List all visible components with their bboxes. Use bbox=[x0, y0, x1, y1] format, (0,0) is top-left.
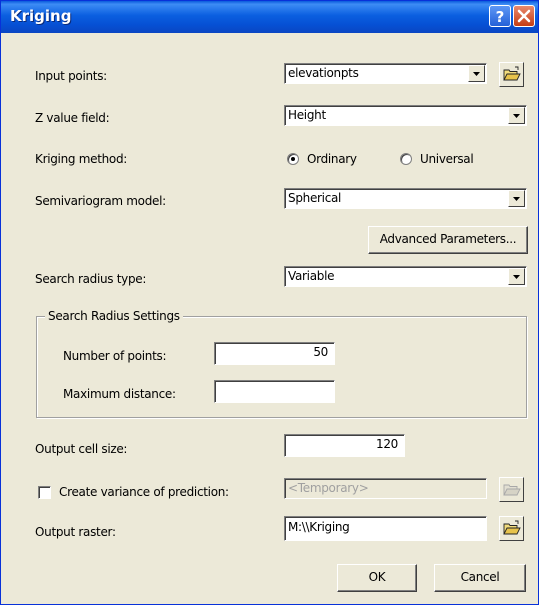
help-button[interactable]: ? bbox=[489, 5, 511, 27]
output-cell-size-label: Output cell size: bbox=[35, 442, 128, 456]
search-radius-settings-title: Search Radius Settings bbox=[45, 309, 183, 323]
maximum-distance-label: Maximum distance: bbox=[63, 387, 176, 401]
search-radius-type-dropdown[interactable]: Variable bbox=[284, 266, 527, 287]
variance-output-placeholder: <Temporary> bbox=[288, 481, 369, 495]
radio-dot bbox=[291, 157, 295, 161]
open-folder-icon bbox=[503, 484, 521, 496]
z-value-value: Height bbox=[288, 108, 326, 122]
question-mark-icon: ? bbox=[496, 8, 505, 26]
universal-label[interactable]: Universal bbox=[420, 152, 474, 166]
universal-radio[interactable] bbox=[400, 153, 412, 165]
ok-button[interactable]: OK bbox=[337, 564, 417, 592]
create-variance-checkbox[interactable] bbox=[38, 486, 51, 499]
input-points-label: Input points: bbox=[35, 69, 107, 83]
number-of-points-label: Number of points: bbox=[63, 349, 167, 363]
window-title: Kriging bbox=[10, 7, 72, 25]
maximum-distance-input[interactable] bbox=[214, 380, 335, 403]
output-cell-size-input[interactable]: 120 bbox=[284, 434, 405, 457]
semivariogram-value: Spherical bbox=[288, 191, 342, 205]
output-raster-input[interactable]: M:\\Kriging bbox=[284, 516, 487, 541]
search-radius-type-label: Search radius type: bbox=[35, 272, 147, 286]
number-of-points-input[interactable]: 50 bbox=[214, 342, 335, 365]
semivariogram-label: Semivariogram model: bbox=[35, 194, 166, 208]
svg-text:?: ? bbox=[496, 8, 505, 26]
cancel-button[interactable]: Cancel bbox=[434, 564, 526, 592]
chevron-down-icon[interactable] bbox=[508, 268, 525, 285]
search-radius-type-value: Variable bbox=[288, 269, 335, 283]
number-of-points-value: 50 bbox=[313, 345, 328, 359]
z-value-dropdown[interactable]: Height bbox=[284, 105, 527, 126]
browse-output-raster-button[interactable] bbox=[499, 516, 524, 541]
create-variance-label[interactable]: Create variance of prediction: bbox=[59, 485, 229, 499]
advanced-parameters-button[interactable]: Advanced Parameters... bbox=[368, 226, 528, 254]
chevron-down-icon[interactable] bbox=[508, 107, 525, 124]
chevron-down-icon[interactable] bbox=[508, 190, 525, 207]
close-button[interactable] bbox=[513, 5, 535, 27]
advanced-parameters-label: Advanced Parameters... bbox=[379, 232, 517, 246]
close-x-icon bbox=[517, 9, 531, 23]
open-folder-icon bbox=[503, 66, 521, 81]
output-cell-size-value: 120 bbox=[375, 437, 398, 451]
chevron-down-icon[interactable] bbox=[468, 65, 485, 82]
browse-input-button[interactable] bbox=[499, 62, 524, 87]
semivariogram-dropdown[interactable]: Spherical bbox=[284, 188, 527, 209]
z-value-label: Z value field: bbox=[35, 111, 110, 125]
output-raster-label: Output raster: bbox=[35, 525, 116, 539]
ok-label: OK bbox=[368, 570, 386, 584]
browse-variance-button[interactable] bbox=[499, 477, 524, 502]
output-raster-value: M:\\Kriging bbox=[288, 520, 350, 534]
ordinary-label[interactable]: Ordinary bbox=[307, 152, 357, 166]
input-points-value: elevationpts bbox=[288, 66, 359, 80]
title-bar[interactable]: Kriging ? bbox=[1, 1, 538, 33]
open-folder-icon bbox=[503, 520, 521, 535]
kriging-method-label: Kriging method: bbox=[35, 152, 128, 166]
cancel-label: Cancel bbox=[460, 570, 500, 584]
ordinary-radio[interactable] bbox=[287, 153, 299, 165]
input-points-dropdown[interactable]: elevationpts bbox=[284, 63, 487, 84]
variance-output-input[interactable]: <Temporary> bbox=[284, 478, 487, 499]
kriging-dialog: Kriging ? Input points: elevationpts Z v… bbox=[0, 0, 539, 605]
